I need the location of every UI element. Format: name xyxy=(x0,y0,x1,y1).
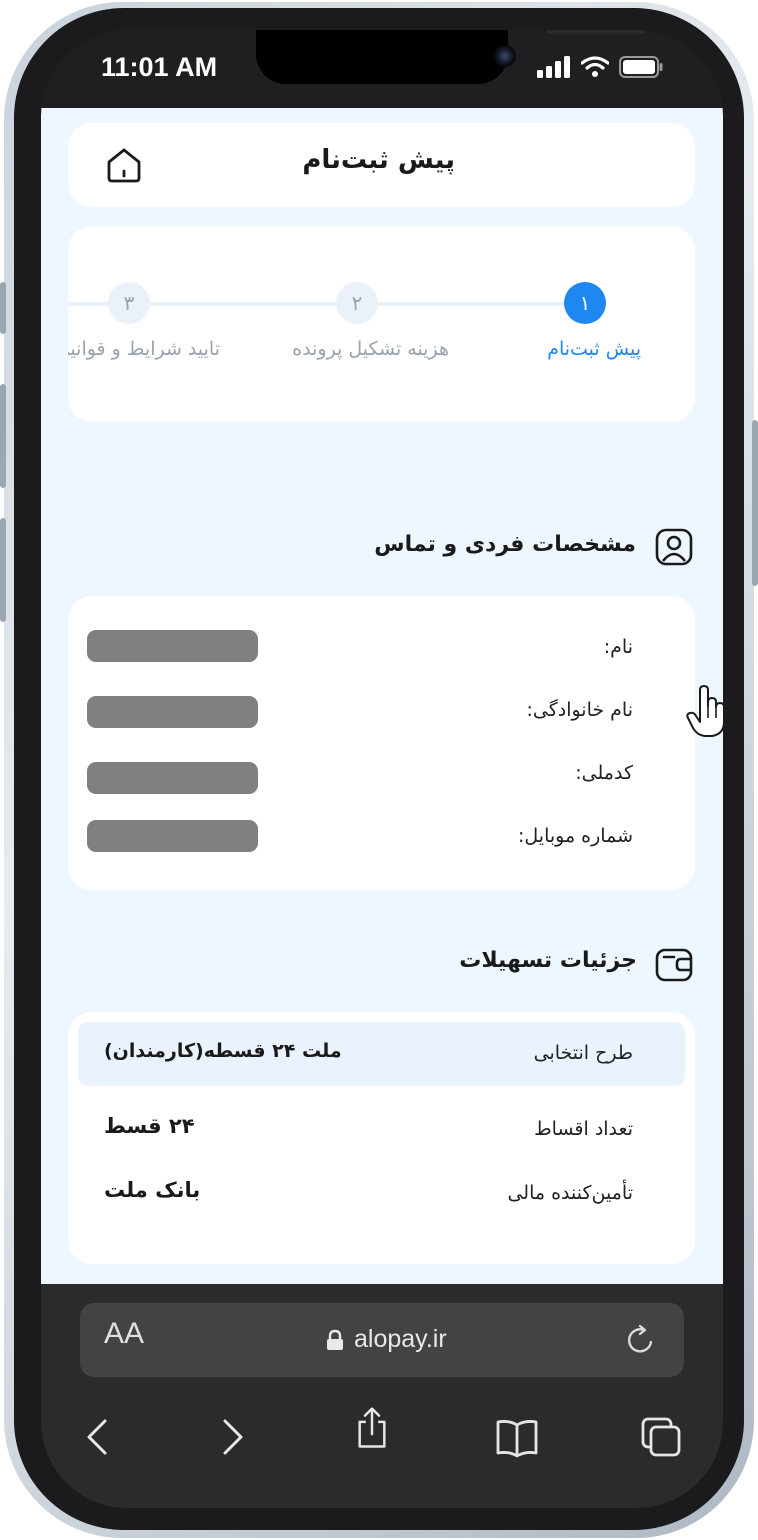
phone-screen: 11:01 AM پیش ثبت‌نام xyxy=(41,30,723,1508)
step-label: هزینه تشکیل پرونده xyxy=(292,338,449,360)
redacted-value xyxy=(87,820,258,852)
text-size-button[interactable]: AA xyxy=(104,1317,144,1351)
wallet-icon xyxy=(655,948,693,982)
step-label: تایید شرایط و قوانین xyxy=(68,338,220,360)
cellular-signal-icon xyxy=(537,56,570,78)
front-camera xyxy=(494,45,516,67)
detail-value: بانک ملت xyxy=(104,1178,201,1202)
volume-up-button xyxy=(0,384,6,488)
earpiece xyxy=(546,30,646,34)
detail-value: ۲۴ قسط xyxy=(104,1114,195,1138)
browser-toolbar: AA alopay.ir xyxy=(41,1284,723,1508)
mute-switch xyxy=(0,282,6,334)
redacted-value xyxy=(87,696,258,728)
personal-info-title: مشخصات فردی و تماس xyxy=(374,532,636,557)
step-label: پیش ثبت‌نام xyxy=(547,338,641,360)
status-icons xyxy=(537,56,663,78)
home-icon[interactable] xyxy=(104,145,144,185)
detail-label: تعداد اقساط xyxy=(534,1118,633,1140)
step-number: ۱ xyxy=(564,282,606,324)
field-label: نام: xyxy=(603,636,633,658)
web-content: پیش ثبت‌نام ۱ پیش ثبت‌نام ۲ هزینه تشکیل … xyxy=(41,108,723,1284)
wifi-icon xyxy=(581,56,609,77)
user-profile-icon xyxy=(655,528,693,566)
header-card: پیش ثبت‌نام xyxy=(68,123,695,207)
address-bar[interactable]: AA alopay.ir xyxy=(80,1303,684,1377)
bookmarks-icon[interactable] xyxy=(495,1415,539,1459)
share-icon[interactable] xyxy=(350,1406,394,1450)
registration-stepper: ۱ پیش ثبت‌نام ۲ هزینه تشکیل پرونده ۳ تای… xyxy=(68,226,695,422)
reload-icon[interactable] xyxy=(624,1323,658,1357)
personal-info-card: نام: نام خانوادگی: کدملی: شماره موبایل: xyxy=(68,596,695,890)
notch xyxy=(256,30,646,84)
detail-label: طرح انتخابی xyxy=(533,1042,633,1064)
tabs-icon[interactable] xyxy=(639,1415,683,1459)
page-title: پیش ثبت‌نام xyxy=(302,145,455,175)
step-number: ۳ xyxy=(108,282,150,324)
step-number: ۲ xyxy=(336,282,378,324)
lock-icon xyxy=(327,1329,343,1350)
field-label: نام خانوادگی: xyxy=(526,699,633,721)
status-time: 11:01 AM xyxy=(101,52,218,82)
facility-details-title: جزئیات تسهیلات xyxy=(459,948,637,973)
power-button xyxy=(752,420,758,586)
back-icon[interactable] xyxy=(77,1415,121,1459)
field-label: شماره موبایل: xyxy=(517,825,633,847)
redacted-value xyxy=(87,630,258,662)
detail-label: تأمین‌کننده مالی xyxy=(507,1182,633,1204)
field-label: کدملی: xyxy=(575,762,633,784)
volume-down-button xyxy=(0,518,6,622)
facility-details-card: طرح انتخابی ملت ۲۴ قسطه(کارمندان) تعداد … xyxy=(68,1012,695,1264)
url-text[interactable]: alopay.ir xyxy=(354,1325,447,1354)
forward-icon[interactable] xyxy=(209,1415,253,1459)
redacted-value xyxy=(87,762,258,794)
hand-pointer-cursor-icon xyxy=(686,685,725,737)
battery-icon xyxy=(619,56,663,78)
detail-value: ملت ۲۴ قسطه(کارمندان) xyxy=(104,1040,342,1062)
